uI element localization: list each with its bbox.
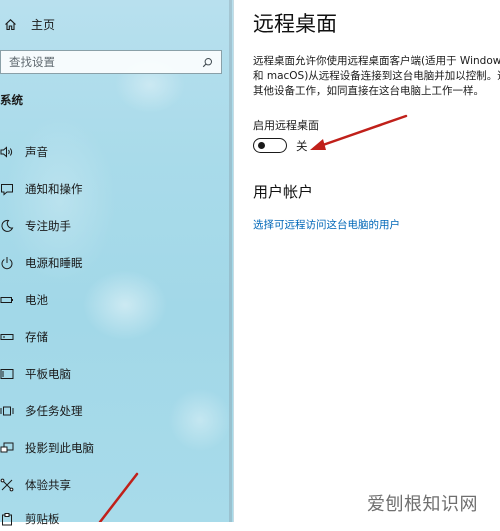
red-arrow-annotation <box>310 114 408 150</box>
red-arrow-annotation <box>98 472 139 522</box>
watermark: 爱刨根知识网 <box>367 494 478 515</box>
annotation-overlay <box>98 114 408 522</box>
